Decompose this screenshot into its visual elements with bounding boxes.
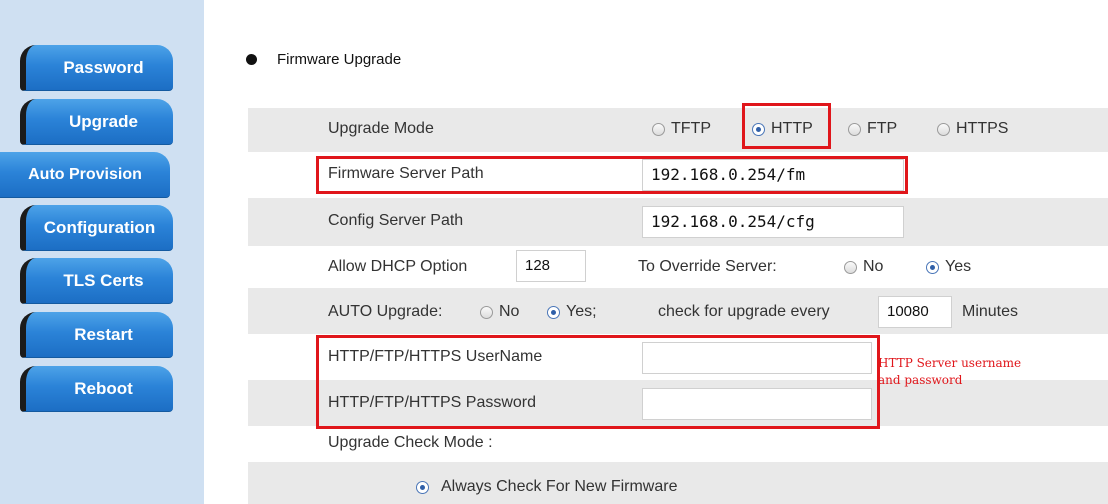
sidebar-item-label: Upgrade <box>69 111 138 131</box>
radio-label: No <box>499 303 520 320</box>
config-path-label: Config Server Path <box>328 212 464 229</box>
override-yes-radio[interactable]: Yes <box>926 258 971 276</box>
radio-tftp[interactable]: TFTP <box>652 120 711 138</box>
radio-circle-icon <box>937 122 950 136</box>
check-interval-label: check for upgrade every <box>658 303 830 320</box>
radio-circle-icon <box>848 122 861 136</box>
radio-label: HTTPS <box>956 120 1009 137</box>
radio-selected-icon <box>926 260 939 274</box>
sidebar-item-configuration[interactable]: Configuration <box>20 205 173 251</box>
http-highlight-box <box>742 103 831 149</box>
radio-selected-icon <box>547 305 560 319</box>
dhcp-label: Allow DHCP Option <box>328 258 468 275</box>
always-check-radio[interactable]: Always Check For New Firmware <box>416 478 677 496</box>
sidebar-item-password[interactable]: Password <box>20 45 173 91</box>
section-title-text: Firmware Upgrade <box>277 51 402 68</box>
credentials-annotation: HTTP Server username and password <box>878 355 1098 389</box>
bullet-icon <box>246 54 257 65</box>
sidebar-item-reboot[interactable]: Reboot <box>20 366 173 412</box>
sidebar-item-label: Password <box>63 57 144 77</box>
radio-selected-icon <box>416 480 429 494</box>
check-mode-label: Upgrade Check Mode : <box>328 434 493 451</box>
radio-https[interactable]: HTTPS <box>937 120 1008 138</box>
auto-upgrade-label: AUTO Upgrade: <box>328 303 443 320</box>
dhcp-row: Allow DHCP Option 128 To Override Server… <box>248 246 1108 288</box>
check-mode-option-row: Always Check For New Firmware <box>248 462 1108 504</box>
annotation-line: HTTP Server username <box>878 356 1022 370</box>
radio-label: Yes <box>945 258 972 275</box>
radio-circle-icon <box>844 260 857 274</box>
sidebar-item-label: Configuration <box>43 217 156 237</box>
sidebar-item-label: TLS Certs <box>63 270 144 290</box>
radio-label: TFTP <box>671 120 711 137</box>
sidebar-item-upgrade[interactable]: Upgrade <box>20 99 173 145</box>
sidebar-item-label: Auto Provision <box>28 165 142 183</box>
check-interval-input[interactable]: 10080 <box>878 296 952 328</box>
auto-upgrade-yes-radio[interactable]: Yes; <box>547 303 597 321</box>
radio-ftp[interactable]: FTP <box>848 120 897 138</box>
sidebar-item-label: Reboot <box>74 378 133 398</box>
upgrade-mode-row: Upgrade Mode TFTP HTTP FTP HTTPS <box>248 108 1108 152</box>
sidebar: Password Upgrade Auto Provision Configur… <box>0 0 204 504</box>
radio-circle-icon <box>480 305 493 319</box>
credentials-highlight-box <box>316 335 880 429</box>
sidebar-item-restart[interactable]: Restart <box>20 312 173 358</box>
auto-upgrade-no-radio[interactable]: No <box>480 303 519 321</box>
auto-upgrade-row: AUTO Upgrade: No Yes; check for upgrade … <box>248 288 1108 334</box>
upgrade-mode-label: Upgrade Mode <box>328 120 434 137</box>
radio-circle-icon <box>652 122 665 136</box>
check-interval-unit: Minutes <box>962 303 1019 320</box>
override-label: To Override Server: <box>638 258 777 275</box>
config-path-row: Config Server Path 192.168.0.254/cfg <box>248 198 1108 246</box>
config-path-input[interactable]: 192.168.0.254/cfg <box>642 206 904 238</box>
firmware-path-highlight-box <box>316 156 908 194</box>
sidebar-item-tls-certs[interactable]: TLS Certs <box>20 258 173 304</box>
radio-label: Yes; <box>566 303 597 320</box>
sidebar-item-auto-provision[interactable]: Auto Provision <box>0 152 170 198</box>
check-mode-row: Upgrade Check Mode : <box>248 426 1108 462</box>
annotation-line: and password <box>878 373 963 387</box>
sidebar-item-label: Restart <box>74 324 133 344</box>
section-title: Firmware Upgrade <box>246 51 401 68</box>
override-no-radio[interactable]: No <box>844 258 883 276</box>
dhcp-option-input[interactable]: 128 <box>516 250 586 282</box>
radio-label: FTP <box>867 120 898 137</box>
radio-label: No <box>863 258 884 275</box>
radio-label: Always Check For New Firmware <box>441 478 678 495</box>
